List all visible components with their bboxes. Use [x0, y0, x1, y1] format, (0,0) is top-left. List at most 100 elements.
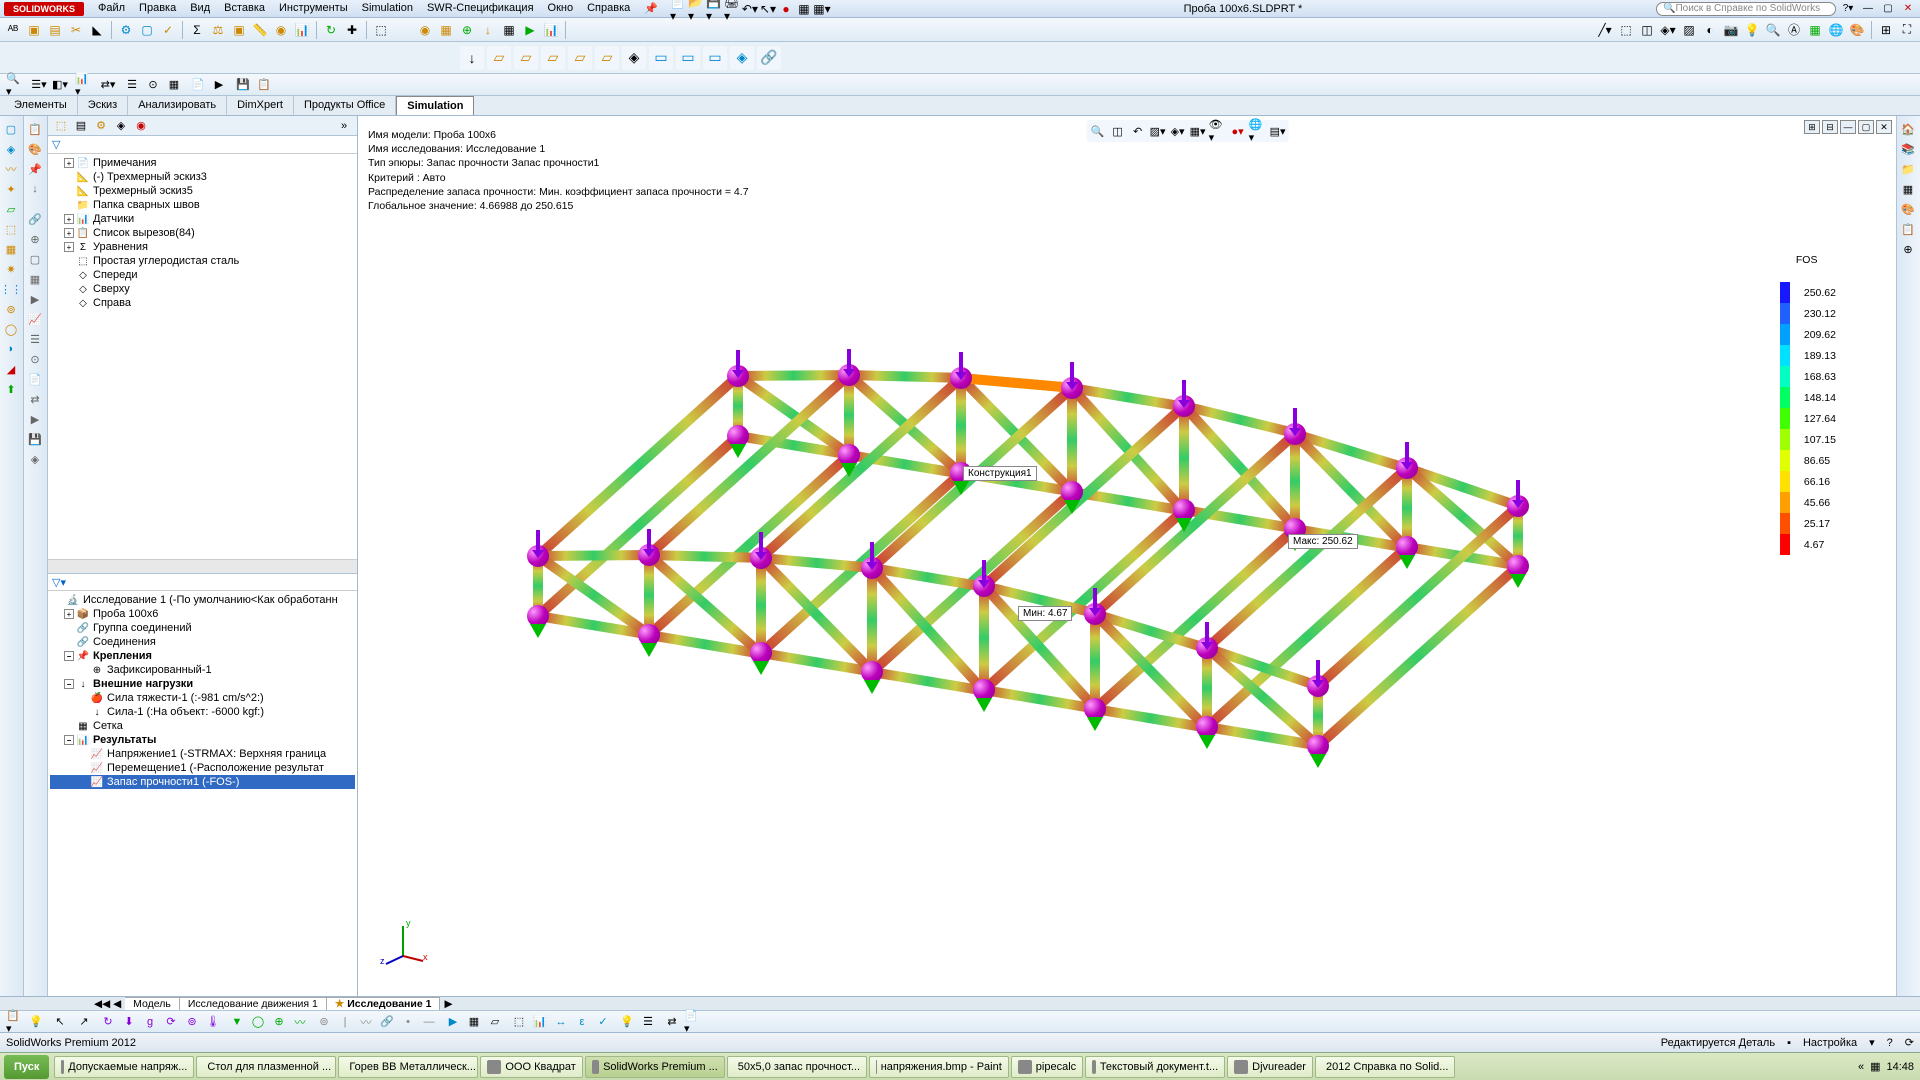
hud-prev-icon[interactable]: ↶ — [1129, 122, 1147, 140]
taskbar-item[interactable]: Стол для плазменной ... — [196, 1056, 336, 1078]
orientation-triad[interactable]: y x z — [378, 916, 428, 966]
ref-plane1-icon[interactable]: ▱ — [487, 46, 511, 70]
sim-shell-icon[interactable]: ▢ — [26, 250, 44, 268]
configure-icon[interactable]: ⚙ — [117, 21, 135, 39]
sb-strain-icon[interactable]: ε — [573, 1013, 591, 1031]
refgeom-icon[interactable]: ✦ — [2, 180, 20, 198]
sim-results-icon[interactable]: 📊 — [542, 21, 560, 39]
sw-resources-icon[interactable]: 🏠 — [1899, 120, 1917, 138]
tree-expand-icon[interactable]: + — [64, 242, 74, 252]
save-plot-icon[interactable]: 💾 — [234, 76, 252, 94]
hud-orient-icon[interactable]: ◈▾ — [1169, 122, 1187, 140]
tray-clock[interactable]: 14:48 — [1886, 1061, 1914, 1073]
sim-advisor-icon[interactable]: ◉ — [416, 21, 434, 39]
sb-run-all-icon[interactable]: ▶ — [444, 1013, 462, 1031]
tab-dimxpert[interactable]: DimXpert — [227, 96, 294, 115]
sim-fixture-icon[interactable]: ⊕ — [458, 21, 476, 39]
sim-mesh-icon[interactable]: ▦ — [500, 21, 518, 39]
menu-swrspec[interactable]: SWR-Спецификация — [421, 0, 540, 17]
tree-item[interactable]: +📄Примечания — [50, 156, 355, 170]
tree-item[interactable]: +📊Датчики — [50, 212, 355, 226]
taskbar-item[interactable]: Текстовый документ.t... — [1085, 1056, 1225, 1078]
sb-mesh-create-icon[interactable]: ▦ — [465, 1013, 483, 1031]
instant3d-icon[interactable]: ⬆ — [2, 380, 20, 398]
rebuild-icon[interactable]: ● — [778, 1, 794, 17]
ref-coord-icon[interactable]: ▱ — [595, 46, 619, 70]
taskbar-item[interactable]: pipecalc — [1011, 1056, 1083, 1078]
btab-motion1[interactable]: Исследование движения 1 — [180, 997, 327, 1010]
tree-expand-icon[interactable]: + — [64, 609, 74, 619]
hole-icon[interactable]: ◯ — [2, 320, 20, 338]
iso-top-icon[interactable]: ▭ — [676, 46, 700, 70]
sb-elastic-icon[interactable]: 〰 — [291, 1013, 309, 1031]
hud-zoomarea-icon[interactable]: ◫ — [1109, 122, 1127, 140]
sb-edge-icon[interactable]: — — [420, 1013, 438, 1031]
status-dropdown-icon[interactable]: ▾ — [1869, 1036, 1875, 1049]
tree-item[interactable]: ◇Сверху — [50, 282, 355, 296]
equations-icon[interactable]: Σ — [188, 21, 206, 39]
annotation-view-icon[interactable]: Ⓐ — [1785, 21, 1803, 39]
menu-tools[interactable]: Инструменты — [273, 0, 354, 17]
menu-simulation[interactable]: Simulation — [356, 0, 419, 17]
sb-compare-icon[interactable]: ⇄ — [663, 1013, 681, 1031]
status-help-icon[interactable]: ? — [1887, 1037, 1893, 1049]
ref-point-icon[interactable]: ↓ — [460, 46, 484, 70]
tree-expand-icon[interactable]: + — [64, 158, 74, 168]
sim-contact-icon[interactable]: ⊕ — [26, 230, 44, 248]
ref-plane3-icon[interactable]: ▱ — [541, 46, 565, 70]
status-custom[interactable]: Настройка — [1803, 1037, 1857, 1049]
heal-icon[interactable]: ✚ — [343, 21, 361, 39]
tree-tab-config-icon[interactable]: ⚙ — [92, 118, 110, 134]
sb-hinge-icon[interactable]: ⊕ — [270, 1013, 288, 1031]
sim-compare-side-icon[interactable]: ⇄ — [26, 390, 44, 408]
tree-item[interactable]: 📈Напряжение1 (-STRMAX: Верхняя граница — [50, 747, 355, 761]
menu-pushpin-icon[interactable]: 📌 — [638, 0, 664, 17]
probe-icon[interactable]: ⊙ — [144, 76, 162, 94]
perspective-icon[interactable]: ◫ — [1638, 21, 1656, 39]
tree-item[interactable]: +📋Список вырезов(84) — [50, 226, 355, 240]
view-orient-icon[interactable]: ◈▾ — [1659, 21, 1677, 39]
tree-item[interactable]: 📐Трехмерный эскиз5 — [50, 184, 355, 198]
tree-item[interactable]: +ΣУравнения — [50, 240, 355, 254]
filter-icon[interactable]: ▽ — [52, 138, 60, 151]
vp-tile1-icon[interactable]: ⊞ — [1804, 120, 1820, 134]
taskbar-item[interactable]: Допускаемые напряж... — [54, 1056, 194, 1078]
sb-roller-icon[interactable]: ◯ — [249, 1013, 267, 1031]
vp-close-icon[interactable]: ✕ — [1876, 120, 1892, 134]
open-icon[interactable]: 📂▾ — [688, 1, 704, 17]
maximize-icon[interactable]: ▢ — [1880, 2, 1896, 16]
hud-section-icon[interactable]: ▨▾ — [1149, 122, 1167, 140]
options-icon[interactable]: ▦ — [796, 1, 812, 17]
feature-tree-top[interactable]: +📄Примечания📐(-) Трехмерный эскиз3📐Трехм… — [48, 154, 357, 559]
new-icon[interactable]: 📄▾ — [670, 1, 686, 17]
weldment-icon[interactable]: ▣ — [25, 21, 43, 39]
filter2-icon[interactable]: ▽▾ — [52, 576, 66, 589]
hud-appearance-icon[interactable]: ●▾ — [1229, 122, 1247, 140]
help-dropdown-icon[interactable]: ?▾ — [1840, 2, 1856, 16]
file-explorer-icon[interactable]: 📁 — [1899, 160, 1917, 178]
taskbar-item[interactable]: Djvureader — [1227, 1056, 1313, 1078]
decals-icon[interactable]: ▦ — [1806, 21, 1824, 39]
graphics-viewport[interactable]: 🔍 ◫ ↶ ▨▾ ◈▾ ▦▾ 👁▾ ●▾ 🌐▾ ▤▾ ⊞ ⊟ — ▢ ✕ Имя… — [358, 116, 1896, 996]
tree-item[interactable]: 📈Перемещение1 (-Расположение результат — [50, 761, 355, 775]
sb-bolt-icon[interactable]: ⊚ — [315, 1013, 333, 1031]
view-palette-icon[interactable]: ▦ — [1899, 180, 1917, 198]
ref-plane2-icon[interactable]: ▱ — [514, 46, 538, 70]
tray-expand-icon[interactable]: « — [1858, 1061, 1864, 1073]
taskbar-item[interactable]: Горев ВВ Металлическ... — [338, 1056, 478, 1078]
sim-material-icon[interactable]: ▦ — [437, 21, 455, 39]
sb-bearing-icon[interactable]: ⊚ — [183, 1013, 201, 1031]
close-icon[interactable]: ✕ — [1900, 2, 1916, 16]
draft-icon[interactable]: ◢ — [2, 360, 20, 378]
copy-plot-icon[interactable]: 📋 — [255, 76, 273, 94]
sim-load-icon[interactable]: ↓ — [479, 21, 497, 39]
tray-lang-icon[interactable]: ▦ — [1870, 1060, 1880, 1073]
sb-new-study-icon[interactable]: 📋▾ — [6, 1013, 24, 1031]
sim-list-side-icon[interactable]: ☰ — [26, 330, 44, 348]
section-props-icon[interactable]: ▣ — [230, 21, 248, 39]
hud-settings-icon[interactable]: ▤▾ — [1269, 122, 1287, 140]
iso-dimetric-icon[interactable]: ◈ — [730, 46, 754, 70]
surface-icon[interactable]: ◈ — [2, 140, 20, 158]
print-icon[interactable]: 🖨▾ — [724, 1, 740, 17]
sb-centrifugal-icon[interactable]: ⟳ — [162, 1013, 180, 1031]
